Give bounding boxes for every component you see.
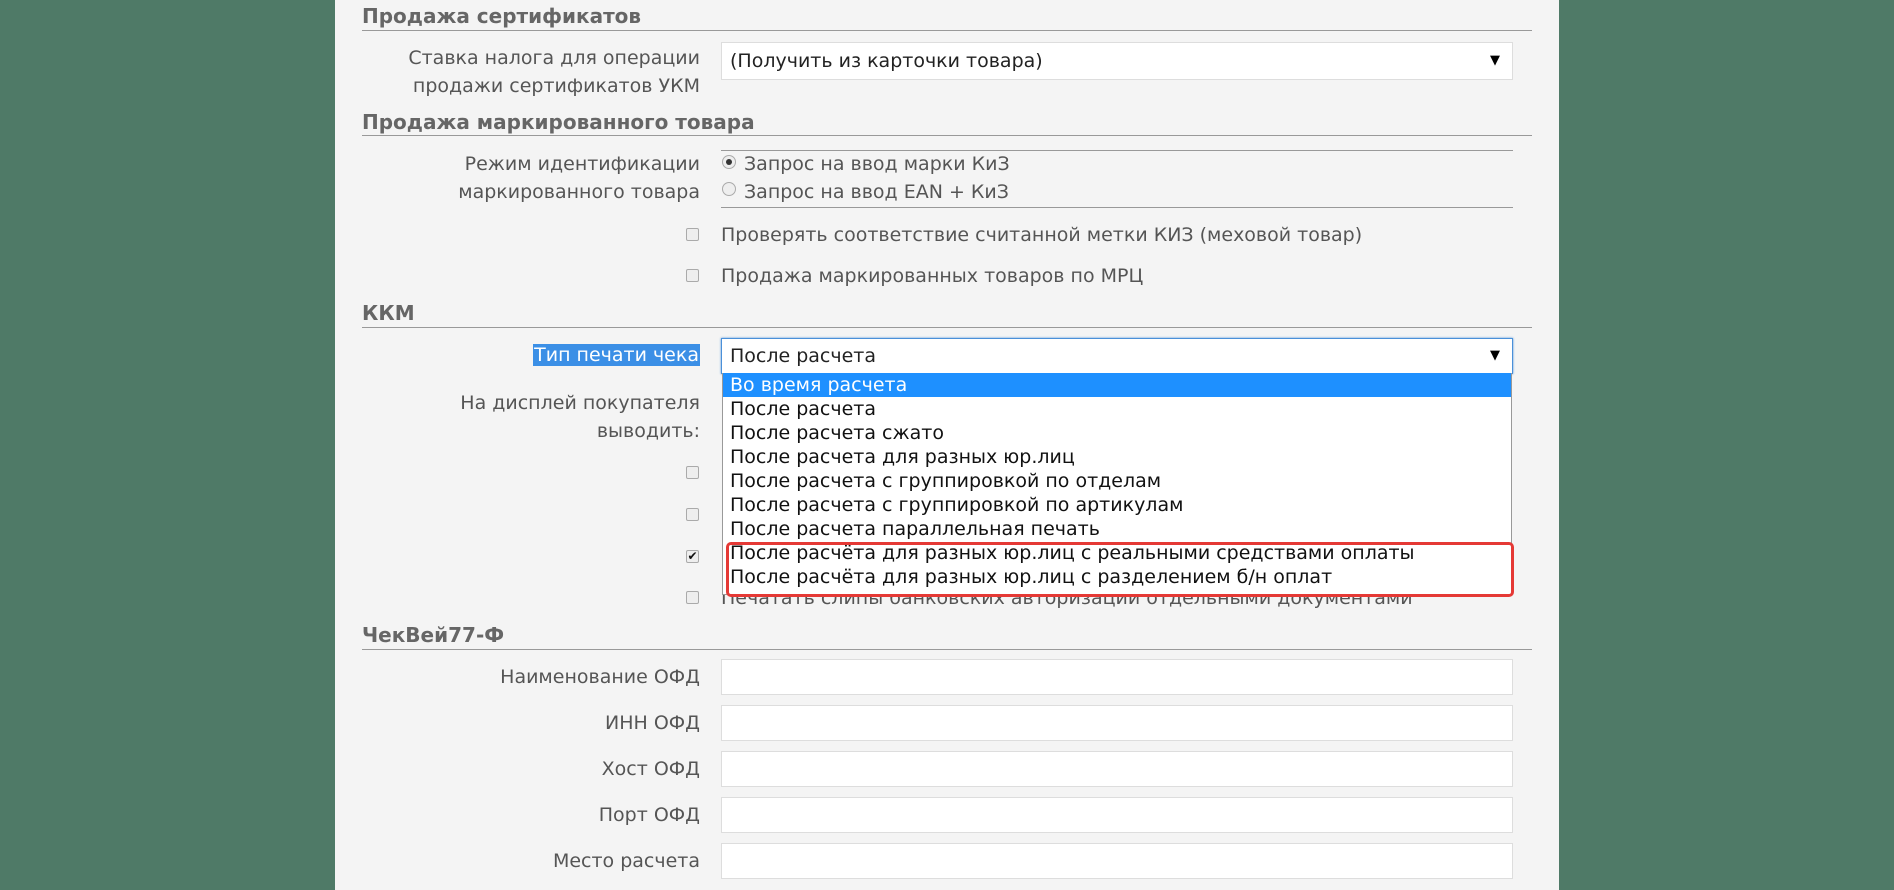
display-label-line1: На дисплей покупателя [460, 392, 700, 414]
ofd-host-input[interactable] [721, 751, 1513, 787]
print-slips-checkbox[interactable] [686, 591, 699, 604]
id-mode-label-line1: Режим идентификации [464, 153, 700, 175]
radio-group-bottom-line [721, 207, 1513, 208]
section-divider [362, 649, 1532, 650]
ofd-name-input[interactable] [721, 659, 1513, 695]
sell-mrp-label: Продажа маркированных товаров по МРЦ [721, 265, 1144, 287]
id-mode-label-line2: маркированного товара [458, 181, 700, 203]
receipt-type-label: Тип печати чека [533, 341, 700, 369]
chevron-down-icon: ▼ [1490, 348, 1500, 363]
tax-rate-value: (Получить из карточки товара) [730, 50, 1043, 72]
highlight-annotation-box [726, 542, 1514, 597]
tax-rate-label-line1: Ставка налога для операции [408, 47, 700, 69]
dropdown-option[interactable]: После расчета с группировкой по отделам [723, 469, 1511, 493]
dropdown-option[interactable]: После расчета сжато [723, 421, 1511, 445]
dropdown-option[interactable]: После расчета с группировкой по артикула… [723, 493, 1511, 517]
tax-rate-select[interactable]: (Получить из карточки товара) ▼ [721, 42, 1513, 80]
section-title-marked: Продажа маркированного товара [362, 110, 755, 134]
receipt-type-label-text: Тип печати чека [533, 344, 700, 366]
radio-ean-kiz[interactable] [722, 182, 736, 196]
dropdown-option[interactable]: После расчета параллельная печать [723, 517, 1511, 541]
section-title-certificates: Продажа сертификатов [362, 4, 642, 28]
receipt-type-value: После расчета [730, 345, 877, 367]
tax-rate-label-line2: продажи сертификатов УКМ [412, 75, 700, 97]
checkmark-icon: ✔ [687, 549, 698, 563]
receipt-type-select[interactable]: После расчета ▼ [721, 338, 1513, 374]
ofd-name-label: Наименование ОФД [500, 666, 700, 688]
section-divider [362, 30, 1532, 31]
dropdown-option[interactable]: После расчета для разных юр.лиц [723, 445, 1511, 469]
kkm-checkbox-3[interactable]: ✔ [686, 550, 699, 563]
section-divider [362, 135, 1532, 136]
display-label-line2: выводить: [596, 420, 700, 442]
section-divider [362, 327, 1532, 328]
place-label: Место расчета [552, 850, 700, 872]
dropdown-option[interactable]: После расчета [723, 397, 1511, 421]
settings-panel: Продажа сертификатов Ставка налога для о… [335, 0, 1559, 890]
radio-kiz[interactable] [722, 155, 736, 169]
radio-ean-kiz-label: Запрос на ввод EAN + КиЗ [744, 181, 1009, 203]
sell-mrp-checkbox[interactable] [686, 269, 699, 282]
chevron-down-icon: ▼ [1490, 53, 1500, 68]
ofd-inn-input[interactable] [721, 705, 1513, 741]
dropdown-option[interactable]: Во время расчета [723, 373, 1511, 397]
ofd-port-input[interactable] [721, 797, 1513, 833]
radio-kiz-label: Запрос на ввод марки КиЗ [744, 153, 1010, 175]
ofd-port-label: Порт ОФД [598, 804, 700, 826]
check-kiz-label: Проверять соответствие считанной метки К… [721, 224, 1363, 246]
ofd-inn-label: ИНН ОФД [605, 712, 700, 734]
kkm-checkbox-2[interactable] [686, 508, 699, 521]
place-input[interactable] [721, 843, 1513, 879]
kkm-checkbox-1[interactable] [686, 466, 699, 479]
section-title-chekvey: ЧекВей77-Ф [362, 623, 505, 647]
check-kiz-checkbox[interactable] [686, 228, 699, 241]
section-title-kkm: ККМ [362, 301, 415, 325]
ofd-host-label: Хост ОФД [601, 758, 700, 780]
